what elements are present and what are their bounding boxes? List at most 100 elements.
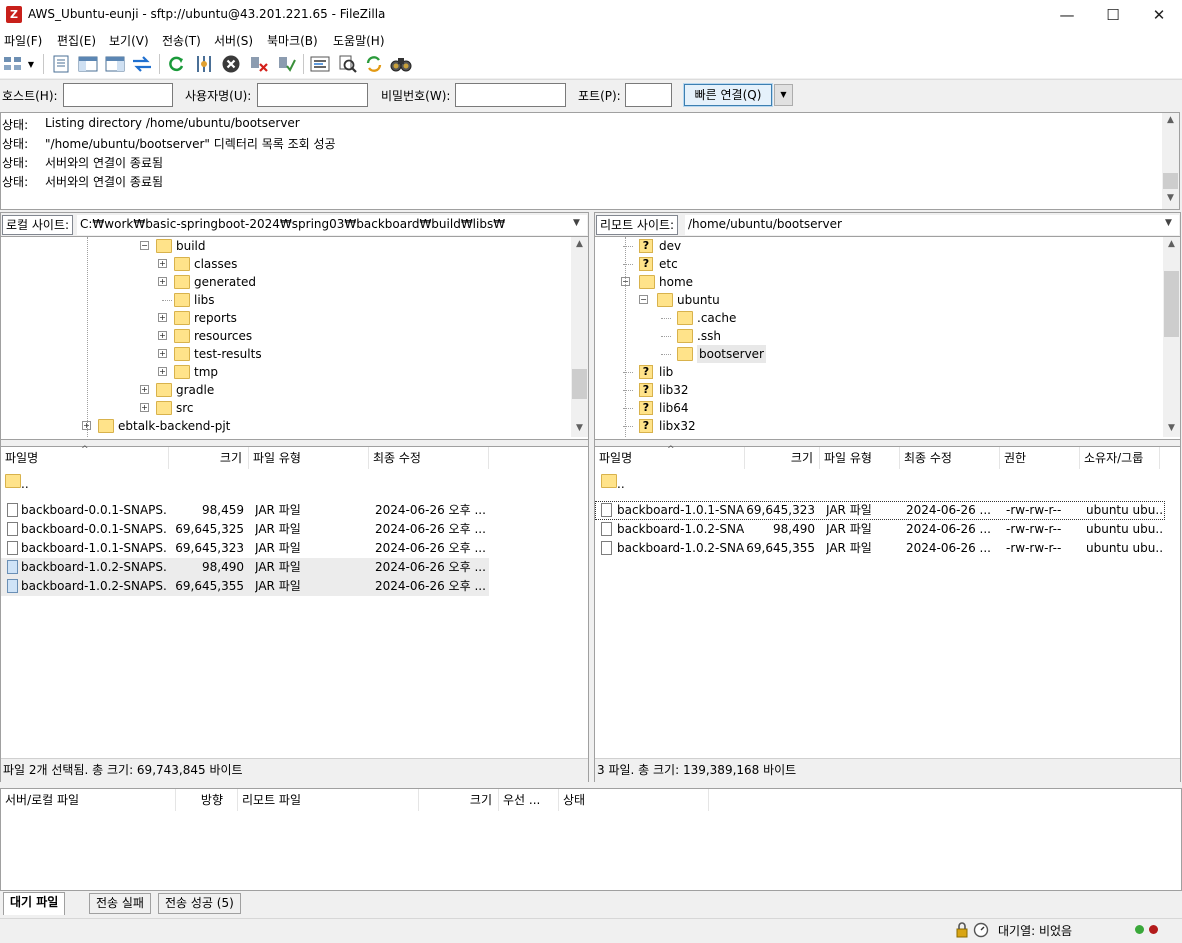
search-icon[interactable] — [390, 53, 412, 75]
collapse-icon[interactable]: − — [140, 241, 149, 250]
sync-browse-icon[interactable] — [363, 53, 385, 75]
col-modified[interactable]: 최종 수정 — [369, 447, 489, 469]
col-local-file[interactable]: 서버/로컬 파일 — [1, 789, 176, 811]
tab-successful-transfers[interactable]: 전송 성공 (5) — [158, 893, 241, 914]
collapse-icon[interactable]: − — [639, 295, 648, 304]
col-priority[interactable]: 우선 ... — [499, 789, 559, 811]
col-remote-file[interactable]: 리모트 파일 — [238, 789, 419, 811]
local-file-list[interactable]: .. backboard-0.0.1-SNAPS... 98,459 JAR 파일 20… — [1, 471, 588, 751]
table-row[interactable]: backboard-1.0.2-SNAPS... 98,490 JAR 파일 2024… — [1, 558, 489, 577]
log-scrollbar[interactable]: ▲ ▼ — [1162, 113, 1179, 209]
col-status[interactable]: 상태 — [559, 789, 709, 811]
expand-icon[interactable]: + — [140, 403, 149, 412]
remote-splitter[interactable] — [595, 439, 1180, 447]
expand-icon[interactable]: + — [158, 277, 167, 286]
tree-item[interactable]: ? etc — [595, 255, 1163, 273]
tree-item[interactable]: ? libx32 — [595, 417, 1163, 435]
remote-path-combo[interactable]: /home/ubuntu/bootserver — [685, 215, 1179, 235]
menu-file[interactable]: 파일(F) — [4, 32, 42, 49]
toggle-queue-icon[interactable] — [131, 53, 153, 75]
password-input[interactable] — [455, 83, 566, 107]
remote-tree-scrollbar[interactable]: ▲ ▼ — [1163, 237, 1180, 437]
scroll-up-icon[interactable]: ▲ — [571, 239, 588, 249]
remote-file-list[interactable]: .. backboard-1.0.1-SNA... 69,645,323 JAR 파일… — [595, 471, 1180, 751]
tab-failed-transfers[interactable]: 전송 실패 — [89, 893, 151, 914]
menu-view[interactable]: 보기(V) — [109, 32, 149, 49]
scroll-thumb[interactable] — [1163, 173, 1178, 189]
quickconnect-dropdown-icon[interactable]: ▼ — [774, 84, 793, 106]
tree-item[interactable]: − ubuntu — [595, 291, 1163, 309]
col-direction[interactable]: 방향 — [176, 789, 238, 811]
username-input[interactable] — [257, 83, 368, 107]
col-type[interactable]: 파일 유형 — [820, 447, 900, 469]
toggle-remote-tree-icon[interactable] — [104, 53, 126, 75]
table-row[interactable]: backboard-1.0.2-SNA... 98,490 JAR 파일 2024-0… — [595, 520, 1165, 539]
menu-edit[interactable]: 편집(E) — [57, 32, 96, 49]
list-item-parent[interactable]: .. — [1, 471, 491, 491]
host-input[interactable] — [63, 83, 173, 107]
col-owner[interactable]: 소유자/그룹 — [1080, 447, 1160, 469]
table-row[interactable]: backboard-0.0.1-SNAPS... 98,459 JAR 파일 2024… — [1, 501, 489, 520]
scroll-up-icon[interactable]: ▲ — [1162, 115, 1179, 125]
col-modified[interactable]: 최종 수정 — [900, 447, 1000, 469]
menu-transfer[interactable]: 전송(T) — [162, 32, 201, 49]
tab-queued-files[interactable]: 대기 파일 — [3, 892, 66, 915]
site-manager-icon[interactable] — [2, 53, 24, 75]
local-splitter[interactable] — [1, 439, 588, 447]
transfer-queue[interactable]: 서버/로컬 파일 방향 리모트 파일 크기 우선 ... 상태 — [0, 788, 1182, 891]
list-item-parent[interactable]: .. — [595, 471, 1165, 491]
process-queue-icon[interactable] — [193, 53, 215, 75]
table-row[interactable]: backboard-0.0.1-SNAPS... 69,645,325 JAR 파일… — [1, 520, 489, 539]
tree-item[interactable]: bootserver — [595, 345, 1163, 363]
disconnect-icon[interactable] — [248, 53, 270, 75]
tree-item[interactable]: − home — [595, 273, 1163, 291]
table-row[interactable]: backboard-1.0.2-SNAPS... 69,645,355 JAR 파일… — [1, 577, 489, 596]
scroll-thumb[interactable] — [572, 369, 587, 399]
reconnect-icon[interactable] — [276, 53, 298, 75]
menu-bookmarks[interactable]: 북마크(B) — [267, 32, 318, 49]
menu-help[interactable]: 도움말(H) — [333, 32, 385, 49]
tree-item[interactable]: ? lib32 — [595, 381, 1163, 399]
menu-server[interactable]: 서버(S) — [214, 32, 253, 49]
tree-item[interactable]: ? lib — [595, 363, 1163, 381]
expand-icon[interactable]: + — [158, 331, 167, 340]
col-size[interactable]: 크기 — [419, 789, 499, 811]
col-size[interactable]: 크기 — [169, 447, 249, 469]
table-row[interactable]: backboard-1.0.1-SNA... 69,645,323 JAR 파일 20… — [595, 501, 1165, 520]
local-path-combo[interactable]: C:₩work₩basic-springboot-2024₩spring03₩b… — [77, 215, 587, 235]
speed-limit-icon[interactable] — [973, 922, 989, 941]
table-row[interactable]: backboard-1.0.2-SNA... 69,645,355 JAR 파일 20… — [595, 539, 1165, 558]
local-tree-scrollbar[interactable]: ▲ ▼ — [571, 237, 588, 437]
tree-item[interactable]: .cache — [595, 309, 1163, 327]
close-button[interactable]: ✕ — [1136, 0, 1182, 30]
compare-icon[interactable] — [337, 53, 359, 75]
chevron-down-icon[interactable]: ▼ — [1165, 218, 1172, 228]
toggle-log-icon[interactable] — [50, 53, 72, 75]
tree-item[interactable]: ? dev — [595, 237, 1163, 255]
dropdown-icon[interactable]: ▼ — [24, 53, 38, 75]
expand-icon[interactable]: + — [140, 385, 149, 394]
port-input[interactable] — [625, 83, 672, 107]
scroll-down-icon[interactable]: ▼ — [1162, 193, 1179, 203]
expand-icon[interactable]: + — [158, 367, 167, 376]
expand-icon[interactable]: + — [158, 349, 167, 358]
scroll-down-icon[interactable]: ▼ — [1163, 423, 1180, 433]
expand-icon[interactable]: + — [158, 259, 167, 268]
expand-icon[interactable]: + — [158, 313, 167, 322]
toggle-local-tree-icon[interactable] — [77, 53, 99, 75]
local-tree[interactable]: − build + classes + generated libs + reports + res… — [1, 237, 571, 437]
col-permissions[interactable]: 권한 — [1000, 447, 1080, 469]
filter-icon[interactable] — [309, 53, 331, 75]
scroll-down-icon[interactable]: ▼ — [571, 423, 588, 433]
refresh-icon[interactable] — [165, 53, 187, 75]
col-size[interactable]: 크기 — [745, 447, 820, 469]
tree-item[interactable]: .ssh — [595, 327, 1163, 345]
col-type[interactable]: 파일 유형 — [249, 447, 369, 469]
table-row[interactable]: backboard-1.0.1-SNAPS... 69,645,323 JAR 파일… — [1, 539, 489, 558]
scroll-up-icon[interactable]: ▲ — [1163, 239, 1180, 249]
message-log[interactable]: 상태: Listing directory /home/ubuntu/bootse… — [0, 112, 1180, 210]
tree-item[interactable]: ? lib64 — [595, 399, 1163, 417]
cancel-icon[interactable] — [220, 53, 242, 75]
chevron-down-icon[interactable]: ▼ — [573, 218, 580, 228]
minimize-button[interactable]: — — [1044, 0, 1090, 30]
